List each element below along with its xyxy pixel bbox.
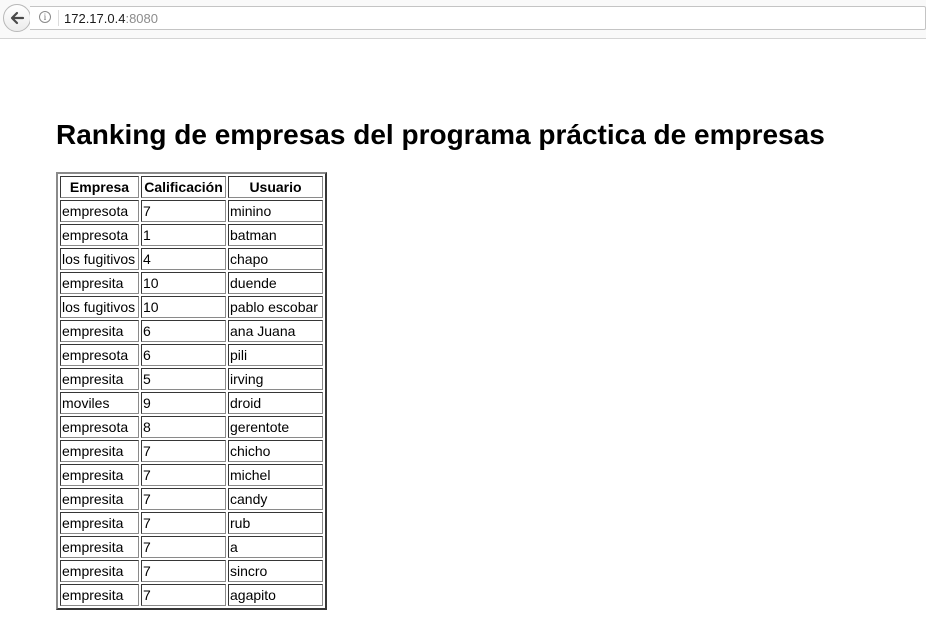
- url-separator: [58, 10, 59, 26]
- table-header-row: Empresa Calificación Usuario: [60, 176, 323, 198]
- cell-empresa: empresita: [60, 440, 139, 462]
- cell-calificacion: 7: [141, 536, 226, 558]
- url-text[interactable]: 172.17.0.4:8080: [64, 11, 158, 26]
- ranking-table: Empresa Calificación Usuario empresota 7 m…: [56, 172, 327, 610]
- cell-calificacion: 9: [141, 392, 226, 414]
- cell-empresa: empresota: [60, 200, 139, 222]
- table-row: empresita 7 agapito: [60, 584, 323, 606]
- cell-calificacion: 4: [141, 248, 226, 270]
- table-row: empresita 7 candy: [60, 488, 323, 510]
- cell-usuario: rub: [228, 512, 323, 534]
- cell-empresa: empresita: [60, 512, 139, 534]
- table-body: empresota 7 minino empresota 1 batman los fugi…: [60, 200, 323, 606]
- table-row: empresita 7 michel: [60, 464, 323, 486]
- table-row: empresota 7 minino: [60, 200, 323, 222]
- cell-usuario: ana Juana: [228, 320, 323, 342]
- table-row: empresita 7 sincro: [60, 560, 323, 582]
- cell-empresa: empresota: [60, 344, 139, 366]
- cell-empresa: empresita: [60, 584, 139, 606]
- cell-empresa: empresita: [60, 368, 139, 390]
- url-host: 172.17.0.4: [64, 11, 126, 26]
- back-button[interactable]: [3, 4, 31, 32]
- table-row: empresita 5 irving: [60, 368, 323, 390]
- cell-calificacion: 7: [141, 488, 226, 510]
- cell-usuario: candy: [228, 488, 323, 510]
- page-title: Ranking de empresas del programa práctic…: [56, 119, 825, 150]
- url-port: :8080: [125, 11, 158, 26]
- cell-usuario: irving: [228, 368, 323, 390]
- cell-usuario: pili: [228, 344, 323, 366]
- table-row: empresita 10 duende: [60, 272, 323, 294]
- header-empresa: Empresa: [60, 176, 139, 198]
- cell-usuario: minino: [228, 200, 323, 222]
- cell-empresa: empresita: [60, 464, 139, 486]
- cell-calificacion: 7: [141, 584, 226, 606]
- header-usuario: Usuario: [228, 176, 323, 198]
- cell-calificacion: 1: [141, 224, 226, 246]
- cell-empresa: empresota: [60, 224, 139, 246]
- cell-empresa: los fugitivos: [60, 296, 139, 318]
- cell-calificacion: 7: [141, 200, 226, 222]
- cell-usuario: batman: [228, 224, 323, 246]
- cell-usuario: pablo escobar: [228, 296, 323, 318]
- cell-empresa: empresota: [60, 416, 139, 438]
- cell-calificacion: 8: [141, 416, 226, 438]
- cell-usuario: a: [228, 536, 323, 558]
- browser-toolbar: i 172.17.0.4:8080: [0, 0, 926, 39]
- cell-empresa: los fugitivos: [60, 248, 139, 270]
- cell-calificacion: 7: [141, 440, 226, 462]
- table-row: moviles 9 droid: [60, 392, 323, 414]
- cell-usuario: michel: [228, 464, 323, 486]
- cell-empresa: empresita: [60, 272, 139, 294]
- table-row: los fugitivos 10 pablo escobar: [60, 296, 323, 318]
- cell-calificacion: 7: [141, 512, 226, 534]
- cell-calificacion: 5: [141, 368, 226, 390]
- table-row: empresita 7 rub: [60, 512, 323, 534]
- cell-usuario: sincro: [228, 560, 323, 582]
- cell-empresa: moviles: [60, 392, 139, 414]
- cell-calificacion: 10: [141, 296, 226, 318]
- cell-empresa: empresita: [60, 560, 139, 582]
- cell-calificacion: 6: [141, 344, 226, 366]
- back-arrow-icon: [10, 11, 25, 25]
- cell-empresa: empresita: [60, 320, 139, 342]
- cell-calificacion: 7: [141, 464, 226, 486]
- cell-usuario: chicho: [228, 440, 323, 462]
- cell-calificacion: 6: [141, 320, 226, 342]
- site-info-icon[interactable]: i: [39, 11, 51, 23]
- cell-empresa: empresita: [60, 536, 139, 558]
- table-row: empresita 6 ana Juana: [60, 320, 323, 342]
- table-row: empresita 7 chicho: [60, 440, 323, 462]
- cell-usuario: chapo: [228, 248, 323, 270]
- cell-usuario: droid: [228, 392, 323, 414]
- table-row: empresota 8 gerentote: [60, 416, 323, 438]
- header-calificacion: Calificación: [141, 176, 226, 198]
- table-row: empresota 1 batman: [60, 224, 323, 246]
- table-row: los fugitivos 4 chapo: [60, 248, 323, 270]
- table-row: empresota 6 pili: [60, 344, 323, 366]
- cell-usuario: gerentote: [228, 416, 323, 438]
- cell-usuario: duende: [228, 272, 323, 294]
- cell-empresa: empresita: [60, 488, 139, 510]
- address-bar[interactable]: i 172.17.0.4:8080: [30, 6, 926, 30]
- cell-calificacion: 10: [141, 272, 226, 294]
- table-row: empresita 7 a: [60, 536, 323, 558]
- cell-calificacion: 7: [141, 560, 226, 582]
- cell-usuario: agapito: [228, 584, 323, 606]
